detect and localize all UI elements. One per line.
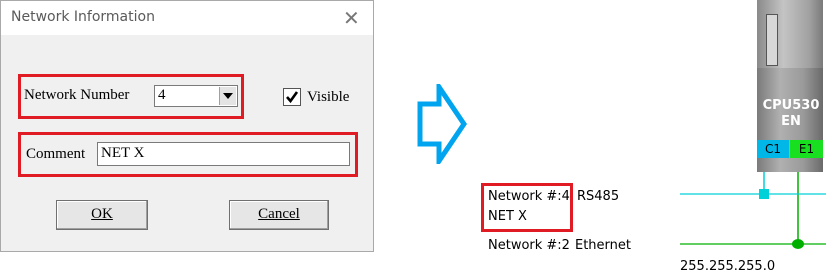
- network-b-type: Ethernet: [575, 238, 631, 253]
- plc-model-line2: EN: [781, 114, 801, 129]
- network-lines: [680, 158, 826, 249]
- network-b-name: Network #:2: [488, 238, 570, 253]
- rs485-node: [759, 189, 769, 199]
- network-a-name: Network #:4: [488, 189, 570, 204]
- plc-model-line1: CPU530: [762, 98, 820, 113]
- network-a-type: RS485: [577, 189, 620, 204]
- plc-model-label: CPU530 EN: [760, 98, 822, 130]
- ethernet-node: [792, 239, 804, 249]
- port-c1[interactable]: C1: [757, 140, 789, 158]
- port-e1[interactable]: E1: [790, 140, 823, 158]
- network-a-comment: NET X: [488, 209, 527, 224]
- plc-led-panel: [766, 14, 778, 66]
- subnet-mask-label: 255.255.255.0: [680, 259, 776, 274]
